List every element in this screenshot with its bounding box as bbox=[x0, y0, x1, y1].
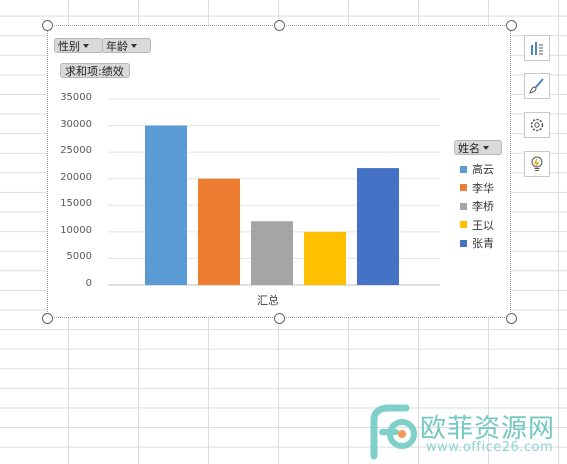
legend-label: 王以 bbox=[472, 218, 494, 232]
resize-handle-top[interactable] bbox=[274, 20, 285, 31]
x-category-label: 汇总 bbox=[257, 294, 279, 307]
legend-item[interactable]: 李华 bbox=[460, 182, 494, 196]
chart-ideas-button[interactable] bbox=[524, 151, 550, 177]
chart-settings-button[interactable] bbox=[524, 112, 550, 138]
bar-1[interactable] bbox=[145, 125, 187, 285]
legend-item[interactable]: 王以 bbox=[460, 219, 494, 233]
chart-ideas-icon bbox=[531, 156, 543, 171]
pivot-chart[interactable]: 性别 年龄 求和项:绩效 35000 30000 25000 20000 15000 10… bbox=[47, 25, 511, 318]
legend-item[interactable]: 张青 bbox=[460, 237, 494, 251]
bar-4[interactable] bbox=[304, 231, 346, 285]
plot-area bbox=[108, 98, 440, 286]
resize-handle-top-left[interactable] bbox=[42, 20, 53, 31]
chart-elements-icon bbox=[531, 42, 543, 55]
legend-swatch bbox=[460, 165, 467, 173]
legend-item[interactable]: 高云 bbox=[460, 163, 494, 177]
bar-5[interactable] bbox=[357, 168, 399, 285]
legend-label: 李华 bbox=[472, 181, 494, 195]
bar-3[interactable] bbox=[251, 221, 293, 285]
resize-handle-bottom-left[interactable] bbox=[42, 313, 53, 324]
watermark-logo-icon bbox=[370, 404, 417, 460]
legend-label: 张青 bbox=[472, 237, 494, 250]
resize-handle-bottom-right[interactable] bbox=[506, 313, 517, 324]
chart-style-button[interactable] bbox=[524, 73, 550, 99]
legend-item[interactable]: 李桥 bbox=[460, 200, 494, 214]
chart-elements-button[interactable] bbox=[524, 35, 550, 61]
legend-label: 李桥 bbox=[472, 200, 494, 213]
legend-field-label: 姓名 bbox=[458, 142, 480, 155]
legend-swatch bbox=[460, 184, 467, 191]
resize-handle-top-right[interactable] bbox=[506, 20, 517, 31]
resize-handle-bottom[interactable] bbox=[274, 313, 285, 324]
legend-label: 高云 bbox=[472, 163, 494, 176]
legend-swatch bbox=[460, 221, 467, 228]
legend-field-button[interactable]: 姓名 bbox=[454, 140, 502, 155]
chart-settings-icon bbox=[530, 118, 544, 132]
watermark-url: www.office26.com bbox=[426, 440, 554, 455]
chart-style-icon bbox=[529, 78, 544, 94]
bar-2[interactable] bbox=[198, 178, 240, 285]
legend-swatch bbox=[460, 202, 467, 210]
chevron-down-icon bbox=[483, 146, 489, 150]
watermark: 欧菲资源网 www.office26.com bbox=[368, 404, 567, 464]
legend-swatch bbox=[460, 239, 467, 247]
